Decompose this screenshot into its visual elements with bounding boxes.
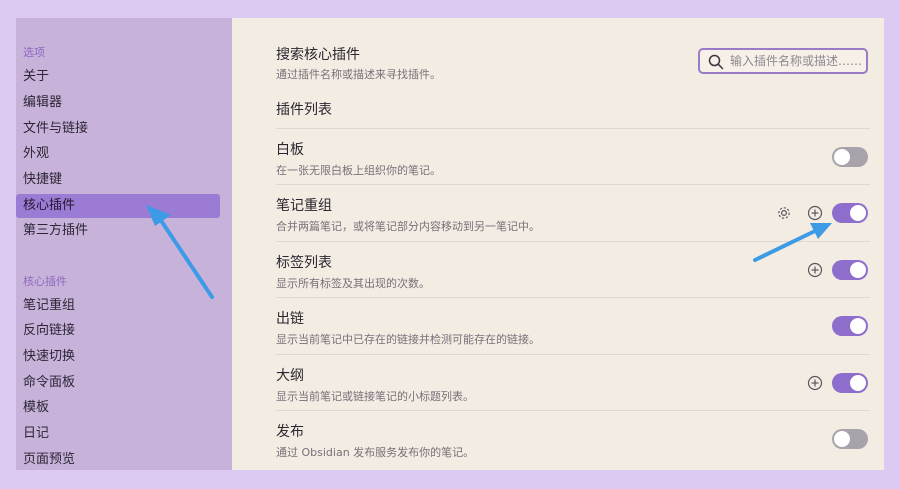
plugin-row-tag-pane: 标签列表 显示所有标签及其出现的次数。 [276, 241, 870, 298]
search-icon [708, 54, 724, 70]
sidebar-item-backlinks[interactable]: 反向链接 [16, 319, 220, 343]
plugin-desc: 通过 Obsidian 发布服务发布你的笔记。 [276, 446, 475, 459]
settings-window: 选项 关于 编辑器 文件与链接 外观 快捷键 核心插件 第三方插件 核心插件 笔… [16, 18, 884, 470]
sidebar-item-about[interactable]: 关于 [16, 65, 220, 89]
plugin-desc: 在一张无限白板上组织你的笔记。 [276, 164, 441, 177]
sidebar-item-daily-notes[interactable]: 日记 [16, 422, 220, 446]
sidebar-heading-core-plugins: 核心插件 [23, 275, 67, 288]
sidebar-item-note-composer[interactable]: 笔记重组 [16, 294, 220, 318]
plugin-row-canvas: 白板 在一张无限白板上组织你的笔记。 [276, 128, 870, 185]
sidebar-item-appearance[interactable]: 外观 [16, 142, 220, 166]
plugin-toggle-outgoing-links[interactable] [832, 316, 868, 336]
plugin-list-label: 插件列表 [276, 102, 332, 118]
sidebar-item-quick-switcher[interactable]: 快速切换 [16, 345, 220, 369]
plugin-toggle-canvas[interactable] [832, 147, 868, 167]
toggle-knob [850, 205, 866, 221]
plugin-desc: 合并两篇笔记，或将笔记部分内容移动到另一笔记中。 [276, 220, 540, 233]
sidebar-item-templates[interactable]: 模板 [16, 396, 220, 420]
search-section-desc: 通过插件名称或描述来寻找插件。 [276, 68, 441, 81]
search-section-title: 搜索核心插件 [276, 47, 360, 63]
search-input[interactable] [730, 52, 864, 70]
sidebar-item-files-links[interactable]: 文件与链接 [16, 117, 220, 141]
add-hotkey-icon[interactable] [807, 205, 823, 221]
plugin-desc: 显示所有标签及其出现的次数。 [276, 277, 430, 290]
plugin-desc: 显示当前笔记或链接笔记的小标题列表。 [276, 390, 474, 403]
sidebar-heading-options: 选项 [23, 46, 45, 59]
plugin-row-outgoing-links: 出链 显示当前笔记中已存在的链接并检测可能存在的链接。 [276, 297, 870, 354]
plugin-toggle-tag-pane[interactable] [832, 260, 868, 280]
settings-sidebar: 选项 关于 编辑器 文件与链接 外观 快捷键 核心插件 第三方插件 核心插件 笔… [16, 18, 232, 470]
toggle-knob [834, 431, 850, 447]
plugin-title: 大纲 [276, 368, 304, 384]
gear-icon[interactable] [776, 205, 792, 221]
sidebar-item-core-plugins[interactable]: 核心插件 [16, 194, 220, 218]
sidebar-item-command-palette[interactable]: 命令面板 [16, 371, 220, 395]
plugin-title: 标签列表 [276, 255, 332, 271]
plugin-row-publish: 发布 通过 Obsidian 发布服务发布你的笔记。 [276, 410, 870, 467]
toggle-knob [834, 149, 850, 165]
sidebar-item-editor[interactable]: 编辑器 [16, 91, 220, 115]
settings-main: 搜索核心插件 通过插件名称或描述来寻找插件。 插件列表 白板 在一张无限白板上组… [232, 18, 884, 470]
plugin-toggle-publish[interactable] [832, 429, 868, 449]
sidebar-item-hotkeys[interactable]: 快捷键 [16, 168, 220, 192]
sidebar-item-community-plugins[interactable]: 第三方插件 [16, 219, 220, 243]
toggle-knob [850, 318, 866, 334]
plugin-title: 笔记重组 [276, 198, 332, 214]
add-hotkey-icon[interactable] [807, 262, 823, 278]
toggle-knob [850, 262, 866, 278]
plugin-title: 出链 [276, 311, 304, 327]
plugin-toggle-note-composer[interactable] [832, 203, 868, 223]
toggle-knob [850, 375, 866, 391]
plugin-desc: 显示当前笔记中已存在的链接并检测可能存在的链接。 [276, 333, 540, 346]
plugin-toggle-outline[interactable] [832, 373, 868, 393]
plugin-row-note-composer: 笔记重组 合并两篇笔记，或将笔记部分内容移动到另一笔记中。 [276, 184, 870, 241]
plugin-title: 发布 [276, 424, 304, 440]
plugin-title: 白板 [276, 142, 304, 158]
sidebar-item-page-preview[interactable]: 页面预览 [16, 448, 220, 470]
plugin-row-outline: 大纲 显示当前笔记或链接笔记的小标题列表。 [276, 354, 870, 411]
search-box[interactable] [698, 48, 868, 74]
add-hotkey-icon[interactable] [807, 375, 823, 391]
